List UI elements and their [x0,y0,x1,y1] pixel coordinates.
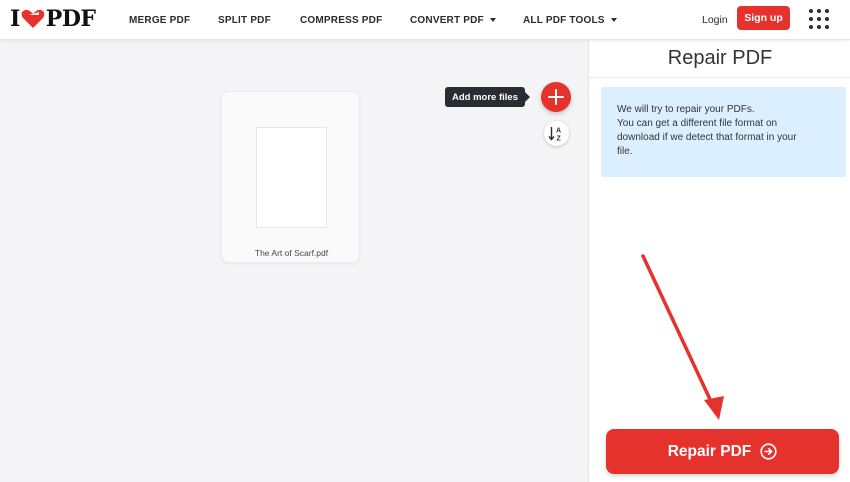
annotation-arrow [641,254,724,420]
info-line: We will try to repair your PDFs. [617,104,755,115]
plus-icon [548,89,564,105]
nav-label: CONVERT PDF [410,14,484,26]
nav-label: COMPRESS PDF [300,14,383,26]
info-line: download if we detect that format in you… [617,132,797,143]
nav-merge-pdf[interactable]: MERGE PDF [129,0,190,40]
logo-letter-i: I [10,6,20,32]
sidebar-title: Repair PDF [589,40,850,78]
file-card[interactable]: The Art of Scarf.pdf [221,91,360,263]
ilovepdf-logo[interactable]: I PDF [10,6,96,32]
heart-icon [21,9,45,29]
add-files-tooltip: Add more files [445,87,530,107]
repair-button-label: Repair PDF [667,442,752,460]
caret-down-icon [489,18,496,22]
repair-pdf-button[interactable]: Repair PDF [606,429,839,474]
top-navbar: I PDF MERGE PDF SPLIT PDF COMPRESS PDF C… [0,0,850,40]
nav-all-pdf-tools[interactable]: ALL PDF TOOLS [523,0,617,40]
add-files-button[interactable] [541,82,571,112]
file-workspace: The Art of Scarf.pdf Add more files A Z [0,40,588,482]
nav-label: ALL PDF TOOLS [523,14,605,26]
nav-label: SPLIT PDF [218,14,271,26]
file-thumbnail [256,127,327,228]
sort-az-icon: A Z [548,127,562,143]
logo-pdf-text: PDF [45,6,96,32]
caret-down-icon [610,18,617,22]
grid-icon[interactable] [809,9,831,31]
nav-convert-pdf[interactable]: CONVERT PDF [410,0,496,40]
sort-button[interactable]: A Z [544,121,569,146]
info-line: You can get a different file format on [617,118,778,129]
nav-compress-pdf[interactable]: COMPRESS PDF [300,0,382,40]
svg-text:Z: Z [557,136,562,143]
svg-text:A: A [556,128,561,135]
login-link[interactable]: Login [702,0,728,40]
signup-button[interactable]: Sign up [737,6,790,30]
nav-label: MERGE PDF [129,14,191,26]
info-line: file. [617,146,633,157]
file-name: The Art of Scarf.pdf [254,248,329,258]
arrow-right-circle-icon [760,443,777,460]
info-box: We will try to repair your PDFs. You can… [601,87,846,177]
nav-split-pdf[interactable]: SPLIT PDF [218,0,271,40]
